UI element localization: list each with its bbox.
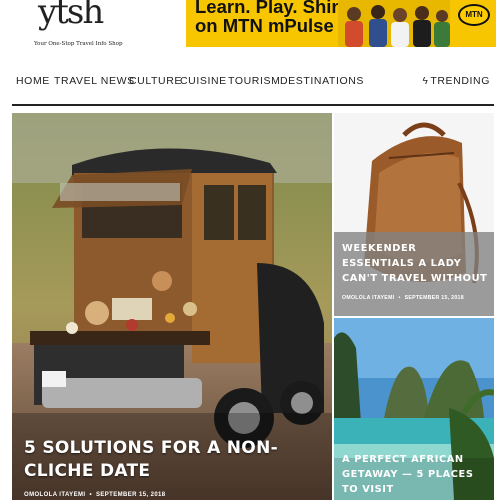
hero-date: SEPTEMBER 15, 2018: [95, 492, 166, 498]
logo-tagline: Your One-Stop Travel Info Shop: [34, 41, 123, 47]
hero-author[interactable]: OMOLOLA ITAYEMI: [24, 492, 85, 498]
side-article-card-2[interactable]: A PERFECT AFRICAN GETAWAY — 5 PLACES TO …: [334, 318, 494, 500]
nav-item-destinations[interactable]: DESTINATIONS: [280, 75, 364, 87]
side-article-1-title[interactable]: WEEKENDER ESSENTIALS A LADY CAN'T TRAVEL…: [342, 241, 492, 286]
ad-line-1: Learn. Play. Shine: [195, 0, 353, 17]
nav-item-travel-news[interactable]: TRAVEL NEWS: [54, 75, 135, 87]
hero-article-meta: OMOLOLA ITAYEMI • SEPTEMBER 15, 2018: [24, 492, 166, 498]
nav-item-tourism[interactable]: TOURISM: [228, 75, 280, 87]
nav-item-culture[interactable]: CULTURE: [129, 75, 182, 87]
hero-article-card[interactable]: 5 SOLUTIONS FOR A NON-CLICHE DATE OMOLOL…: [12, 113, 332, 500]
side-1-author[interactable]: OMOLOLA ITAYEMI: [342, 295, 394, 301]
nav-item-cuisine[interactable]: CUISINE: [180, 75, 227, 87]
side-article-2-title[interactable]: A PERFECT AFRICAN GETAWAY — 5 PLACES TO …: [342, 452, 492, 497]
trending-link[interactable]: ϟ TRENDING: [422, 75, 490, 87]
site-logo[interactable]: ytsh Your One-Stop Travel Info Shop: [30, 0, 123, 52]
nav-divider: [12, 104, 494, 106]
ad-line-2: on MTN mPulse: [195, 15, 334, 36]
side-article-1-meta: OMOLOLA ITAYEMI • SEPTEMBER 15, 2018: [342, 295, 464, 301]
lightning-icon: ϟ: [422, 76, 429, 87]
ad-people-image: [338, 0, 450, 47]
logo-mark: ytsh: [38, 0, 104, 32]
meta-separator: •: [398, 295, 401, 301]
trending-label: TRENDING: [430, 75, 490, 87]
hero-article-title[interactable]: 5 SOLUTIONS FOR A NON-CLICHE DATE: [24, 437, 324, 483]
meta-separator: •: [89, 492, 92, 498]
side-1-date: SEPTEMBER 15, 2018: [404, 295, 464, 301]
ad-banner[interactable]: Learn. Play. Shine on MTN mPulse MTN: [186, 0, 496, 47]
main-nav: HOME TRAVEL NEWS CULTURE CUISINE TOURISM…: [0, 62, 500, 106]
mtn-logo: MTN: [458, 4, 490, 26]
ad-headline: Learn. Play. Shine on MTN mPulse: [195, 0, 353, 35]
nav-item-home[interactable]: HOME: [16, 75, 50, 87]
side-article-card-1[interactable]: WEEKENDER ESSENTIALS A LADY CAN'T TRAVEL…: [334, 113, 494, 316]
